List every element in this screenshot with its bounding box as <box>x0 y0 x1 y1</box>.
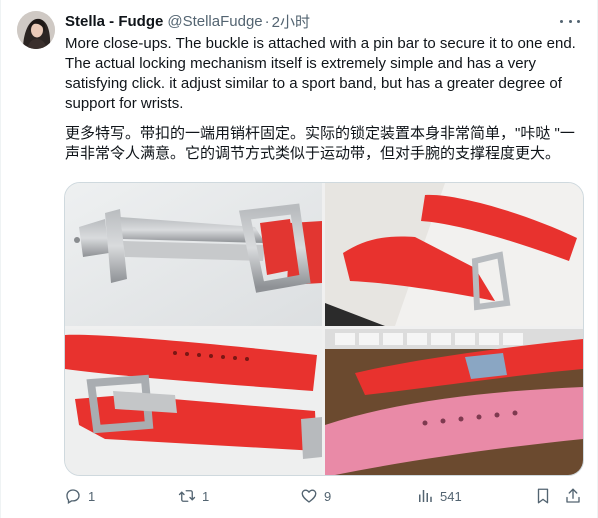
share-button[interactable] <box>564 484 582 508</box>
retweet-count: 1 <box>202 488 210 504</box>
tweet-text-chinese: 更多特写。带扣的一端用销杆固定。实际的锁定装置本身非常简单，"咔哒 "一声非常令… <box>65 125 575 162</box>
author-name[interactable]: Stella - Fudge <box>65 13 163 30</box>
media-image-3[interactable] <box>65 329 322 475</box>
views-button[interactable]: 541 <box>416 484 462 508</box>
reply-button[interactable]: 1 <box>64 484 95 508</box>
views-count: 541 <box>440 488 462 504</box>
media-image-1[interactable] <box>65 183 322 326</box>
author-handle[interactable]: @StellaFudge <box>167 13 262 30</box>
like-count: 9 <box>324 488 332 504</box>
separator: · <box>264 12 270 30</box>
reply-icon <box>66 489 80 504</box>
bookmark-button[interactable] <box>534 484 552 508</box>
more-icon[interactable] <box>560 13 580 29</box>
media-image-2[interactable] <box>325 183 583 326</box>
media-image-4[interactable] <box>325 329 583 475</box>
tweet-text-english: More close-ups. The buckle is attached w… <box>65 35 576 112</box>
tweet-header: Stella - Fudge @StellaFudge · 2小时 <box>65 11 578 31</box>
reply-count: 1 <box>88 488 96 504</box>
avatar[interactable] <box>17 11 55 49</box>
action-bar: 1 1 9 541 <box>64 484 584 508</box>
share-icon <box>566 488 580 503</box>
tweet-time[interactable]: 2小时 <box>272 11 310 32</box>
left-border <box>0 0 1 518</box>
retweet-button[interactable]: 1 <box>178 484 209 508</box>
bookmark-icon <box>537 488 549 504</box>
like-icon <box>301 489 317 503</box>
media-grid <box>64 182 584 476</box>
retweet-icon <box>178 490 196 502</box>
like-button[interactable]: 9 <box>300 484 331 508</box>
views-icon <box>419 490 432 502</box>
